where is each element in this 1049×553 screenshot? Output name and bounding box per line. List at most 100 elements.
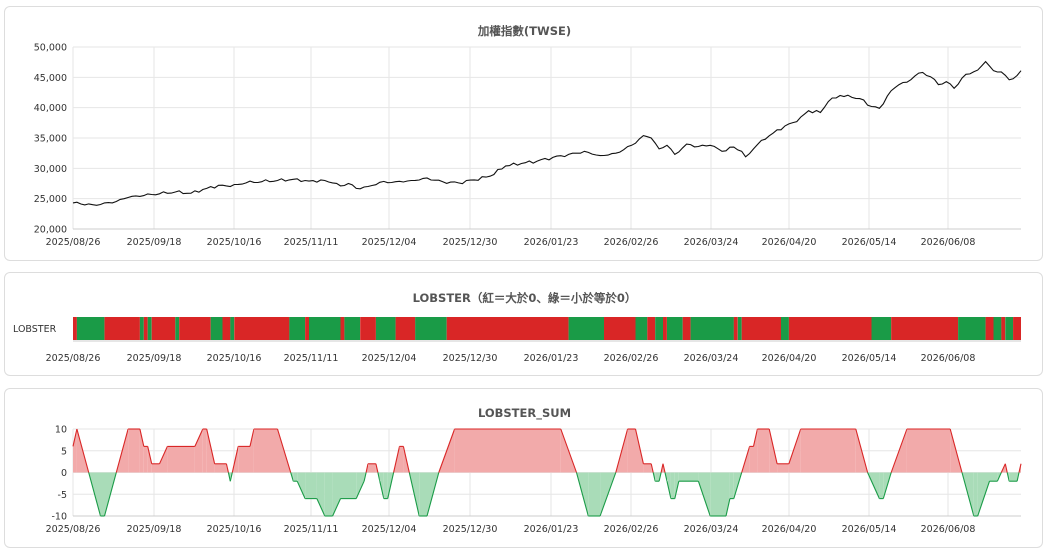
lobster-segment-green [871,317,892,340]
x-tick-label: 2025/12/04 [362,353,417,364]
y-tick-label: 20,000 [34,225,67,236]
lobster-segment-red [741,317,781,340]
lobster-segment-red [73,317,77,340]
area-fill-positive [399,446,404,473]
lobster-segment-red [788,317,872,340]
x-tick-label: 2026/05/14 [842,524,897,535]
lobster-segment-green [375,317,396,340]
lobster-segment-green [667,317,683,340]
lobster-segment-red [305,317,309,340]
x-tick-label: 2026/02/26 [604,237,659,248]
area-fill-negative [1009,472,1018,482]
x-tick-label: 2026/06/08 [921,353,976,364]
x-tick-label: 2025/10/16 [207,237,262,248]
y-tick-label: 10 [55,425,67,436]
x-tick-label: 2025/11/11 [284,237,339,248]
x-tick-label: 2025/11/11 [284,353,339,364]
lobster-segment-green [958,317,986,340]
lobster-segment-green [175,317,180,340]
area-fill-negative [588,472,601,516]
area-fill-positive [143,446,148,473]
x-tick-label: 2026/04/20 [762,524,817,535]
area-fill-negative [678,472,699,482]
lobster-segment-green [210,317,223,340]
y-tick-label: 5 [61,446,67,457]
lobster-segment-green [655,317,664,340]
lobster-segment-red [143,317,148,340]
lobster-sum-area-chart: LOBSTER_SUM -10 -5 0 5 10 2025/08/26 2025/09/1… [46,406,1022,535]
y-tick-label: -5 [58,490,67,501]
x-tick-label: 2026/03/24 [684,524,739,535]
lobster-segment-red [1013,317,1021,340]
lobster-segment-red [360,317,376,340]
x-tick-label: 2025/11/11 [284,524,339,535]
area-fill-positive [368,463,376,473]
x-tick-label: 2026/05/14 [842,237,897,248]
x-tick-label: 2026/02/26 [604,524,659,535]
area-fill-positive [777,463,789,473]
lobster-segment-green [309,317,341,340]
x-tick-label: 2025/12/30 [443,524,498,535]
area-fill-negative [316,472,325,516]
lobster-segment-red [446,317,569,340]
lobster-segment-red [663,317,667,340]
x-tick-label: 2025/08/26 [46,524,101,535]
row-label: LOBSTER [13,324,57,335]
area-fill-positive [800,429,856,473]
lobster-segment-green [568,317,604,340]
lobster-segment-red [222,317,231,340]
lobster-segment-red [395,317,416,340]
lobster-segment-red [733,317,738,340]
lobster-segment-red [179,317,211,340]
area-fill-positive [214,463,227,473]
x-tick-label: 2025/12/04 [362,524,417,535]
lobster-segment-green [147,317,152,340]
y-tick-label: 0 [61,468,67,479]
x-tick-label: 2025/10/16 [207,524,262,535]
x-tick-label: 2025/09/18 [127,353,182,364]
x-tick-label: 2026/06/08 [921,524,976,535]
lobster-segment-green [737,317,742,340]
lobster-segment-red [604,317,636,340]
x-tick-label: 2026/02/26 [604,353,659,364]
area-fill-negative [729,472,734,499]
area-fill-negative [100,472,105,516]
lobster-segment-red [104,317,140,340]
area-fill-negative [340,472,357,499]
x-tick-label: 2025/12/04 [362,237,417,248]
x-tick-label: 2025/08/26 [46,237,101,248]
area-fill-positive [202,429,207,473]
chart-title: LOBSTER_SUM [478,406,571,421]
x-tick-label: 2026/03/24 [684,353,739,364]
x-tick-label: 2026/01/23 [524,237,579,248]
area-fill-positive [627,429,636,473]
lobster-segment-red [891,317,959,340]
lobster-segment-red [340,317,345,340]
area-fill-negative [293,472,298,482]
chart-title: LOBSTER（紅＝大於0、綠＝小於等於0） [413,291,637,305]
twse-chart-panel: 加權指數(TWSE) 20,000 25,000 30,000 35,000 40,00… [4,6,1043,261]
area-fill-negative [710,472,726,516]
area-fill-negative [670,472,675,499]
lobster-segment-red [647,317,656,340]
lobster-segment-red [151,317,176,340]
lobster-sum-chart-panel: LOBSTER_SUM -10 -5 0 5 10 2025/08/26 2025/09/1… [4,388,1043,548]
area-fill-negative [973,472,978,516]
chart-title: 加權指數(TWSE) [477,24,571,38]
area-fill-negative [305,472,317,499]
lobster-segment-green [781,317,789,340]
x-tick-label: 2026/01/23 [524,524,579,535]
x-tick-label: 2025/08/26 [46,353,101,364]
lobster-segment-green [993,317,1002,340]
lobster-segment-green [344,317,361,340]
twse-line-chart: 加權指數(TWSE) 20,000 25,000 30,000 35,000 40,00… [34,24,1022,248]
area-fill-negative [419,472,427,516]
area-fill-positive [194,429,203,473]
lobster-segment-green [139,317,144,340]
x-tick-label: 2026/03/24 [684,237,739,248]
x-tick-label: 2025/10/16 [207,353,262,364]
area-fill-positive [128,429,140,473]
lobster-segment-red [234,317,290,340]
area-fill-negative [332,472,341,516]
x-tick-label: 2025/12/30 [443,237,498,248]
